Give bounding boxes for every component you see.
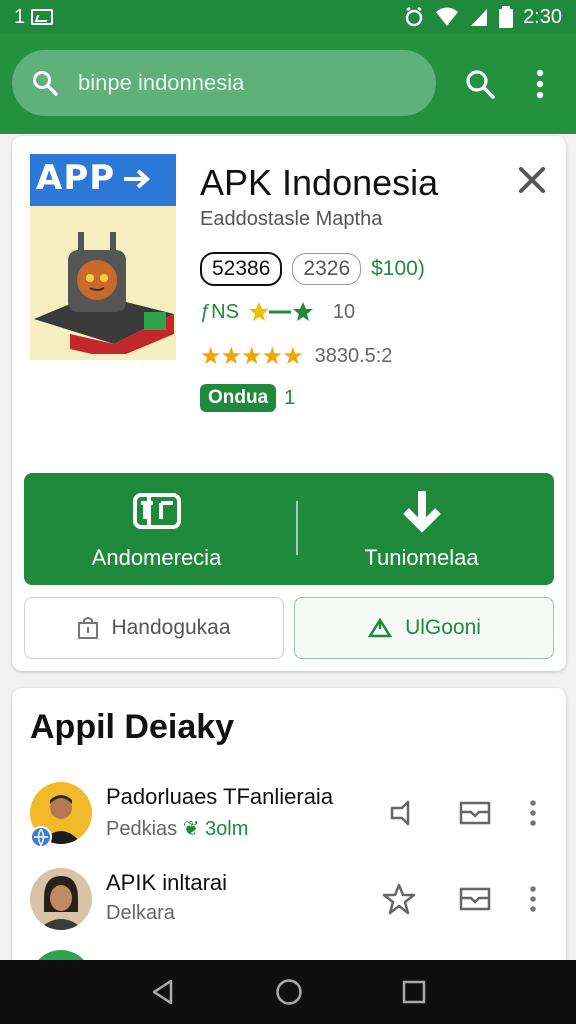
rating-row: ★★★★★ 3830.5:2 (200, 342, 392, 371)
section-title: Appil Deiaky (30, 708, 235, 746)
favorite-button[interactable] (382, 882, 416, 916)
system-nav-bar (0, 960, 576, 1024)
avatar (30, 868, 92, 930)
wishlist-button[interactable]: Handogukaa (24, 597, 284, 659)
star-rating-icon: ★★★★★ (200, 343, 304, 370)
close-icon (519, 167, 545, 193)
send-button[interactable] (386, 796, 420, 830)
wishlist-button-label: Handogukaa (111, 616, 231, 639)
list-item[interactable]: APIK inltarai Delkara (30, 868, 550, 932)
review-count-chip: 2326 (292, 253, 362, 285)
signal-icon (471, 9, 488, 26)
rating-value: 3830.5:2 (314, 345, 393, 367)
category-badge[interactable]: Ondua (200, 384, 277, 412)
list-item-subtitle-label: Pedkias (106, 818, 178, 840)
globe-badge-icon (30, 826, 52, 848)
app-detail-card: APP APK Indonesia Eaddostasle Maptha 523… (12, 136, 566, 671)
search-input[interactable]: binpe indonnesia (78, 70, 244, 96)
list-item-subtitle: Pedkias ❦ 3olm (106, 816, 248, 841)
search-button[interactable] (460, 64, 500, 104)
related-section-card: Appil Deiaky Padorluaes TFanlieraia Pedk… (12, 688, 566, 1012)
price-label: $100) (371, 257, 425, 280)
app-icon: APP (30, 154, 176, 360)
clock: 2:30 (523, 5, 562, 28)
primary-action-bar: Andomerecia Tuniomelaa (24, 473, 554, 585)
stars-tag-icon (248, 302, 313, 321)
app-bar: binpe indonnesia (0, 34, 576, 134)
badge-row: Ondua 1 (200, 384, 295, 412)
badge-count: 1 (284, 386, 296, 409)
share-button-label: UlGooni (405, 616, 481, 639)
more-vert-icon (536, 69, 544, 99)
tags-label: ƒNS (200, 300, 239, 323)
more-vert-icon (530, 800, 536, 826)
overflow-menu-button[interactable] (520, 64, 560, 104)
tags-count: 10 (332, 300, 356, 323)
share-button[interactable]: UlGooni (294, 597, 554, 659)
list-item-title: APIK inltarai (106, 870, 228, 895)
tags-row: ƒNS 10 (200, 300, 355, 324)
back-icon[interactable] (149, 978, 177, 1006)
home-icon[interactable] (275, 978, 303, 1006)
robot-mascot-icon (34, 232, 174, 354)
list-item-subtitle: Delkara (106, 902, 175, 924)
item-more-button[interactable] (516, 882, 550, 916)
alarm-icon (405, 6, 423, 27)
leaf-icon: ❦ (182, 818, 200, 840)
notification-count: 1 (14, 5, 26, 28)
app-icon-label: APP (36, 158, 116, 198)
close-button[interactable] (516, 164, 548, 196)
mail-icon (459, 801, 491, 825)
message-button[interactable] (458, 882, 492, 916)
download-count-chip: 52386 (200, 252, 283, 286)
list-item[interactable]: Padorluaes TFanlieraia Pedkias ❦ 3olm (30, 782, 550, 848)
gift-icon (132, 493, 181, 529)
search-icon (466, 70, 495, 99)
recents-icon[interactable] (401, 979, 427, 1005)
gallery-notification-icon (31, 9, 54, 25)
send-icon (390, 800, 410, 826)
app-title: APK Indonesia (200, 162, 439, 203)
mail-icon (459, 887, 491, 911)
share-triangle-icon (367, 617, 393, 638)
star-outline-icon (382, 883, 416, 915)
open-button-label: Andomerecia (91, 545, 222, 570)
download-button[interactable]: Tuniomelaa (289, 473, 554, 585)
item-more-button[interactable] (516, 796, 550, 830)
search-icon (33, 71, 58, 96)
more-vert-icon (530, 886, 536, 912)
battery-icon (499, 6, 514, 28)
app-developer[interactable]: Eaddostasle Maptha (200, 208, 382, 231)
download-arrow-icon (402, 491, 441, 533)
message-button[interactable] (458, 796, 492, 830)
list-item-title: Padorluaes TFanlieraia (106, 784, 334, 809)
bag-icon (78, 617, 99, 639)
open-button[interactable]: Andomerecia (24, 473, 289, 585)
arrow-right-icon (124, 169, 151, 189)
search-bar[interactable]: binpe indonnesia (12, 50, 436, 116)
wifi-icon (436, 7, 459, 26)
status-bar: 1 2:30 (0, 0, 576, 34)
list-item-stat: 3olm (205, 818, 249, 840)
secondary-action-bar: Handogukaa UlGooni (24, 597, 554, 659)
stats-row: 52386 2326 $100) (200, 252, 425, 286)
download-button-label: Tuniomelaa (364, 545, 479, 570)
